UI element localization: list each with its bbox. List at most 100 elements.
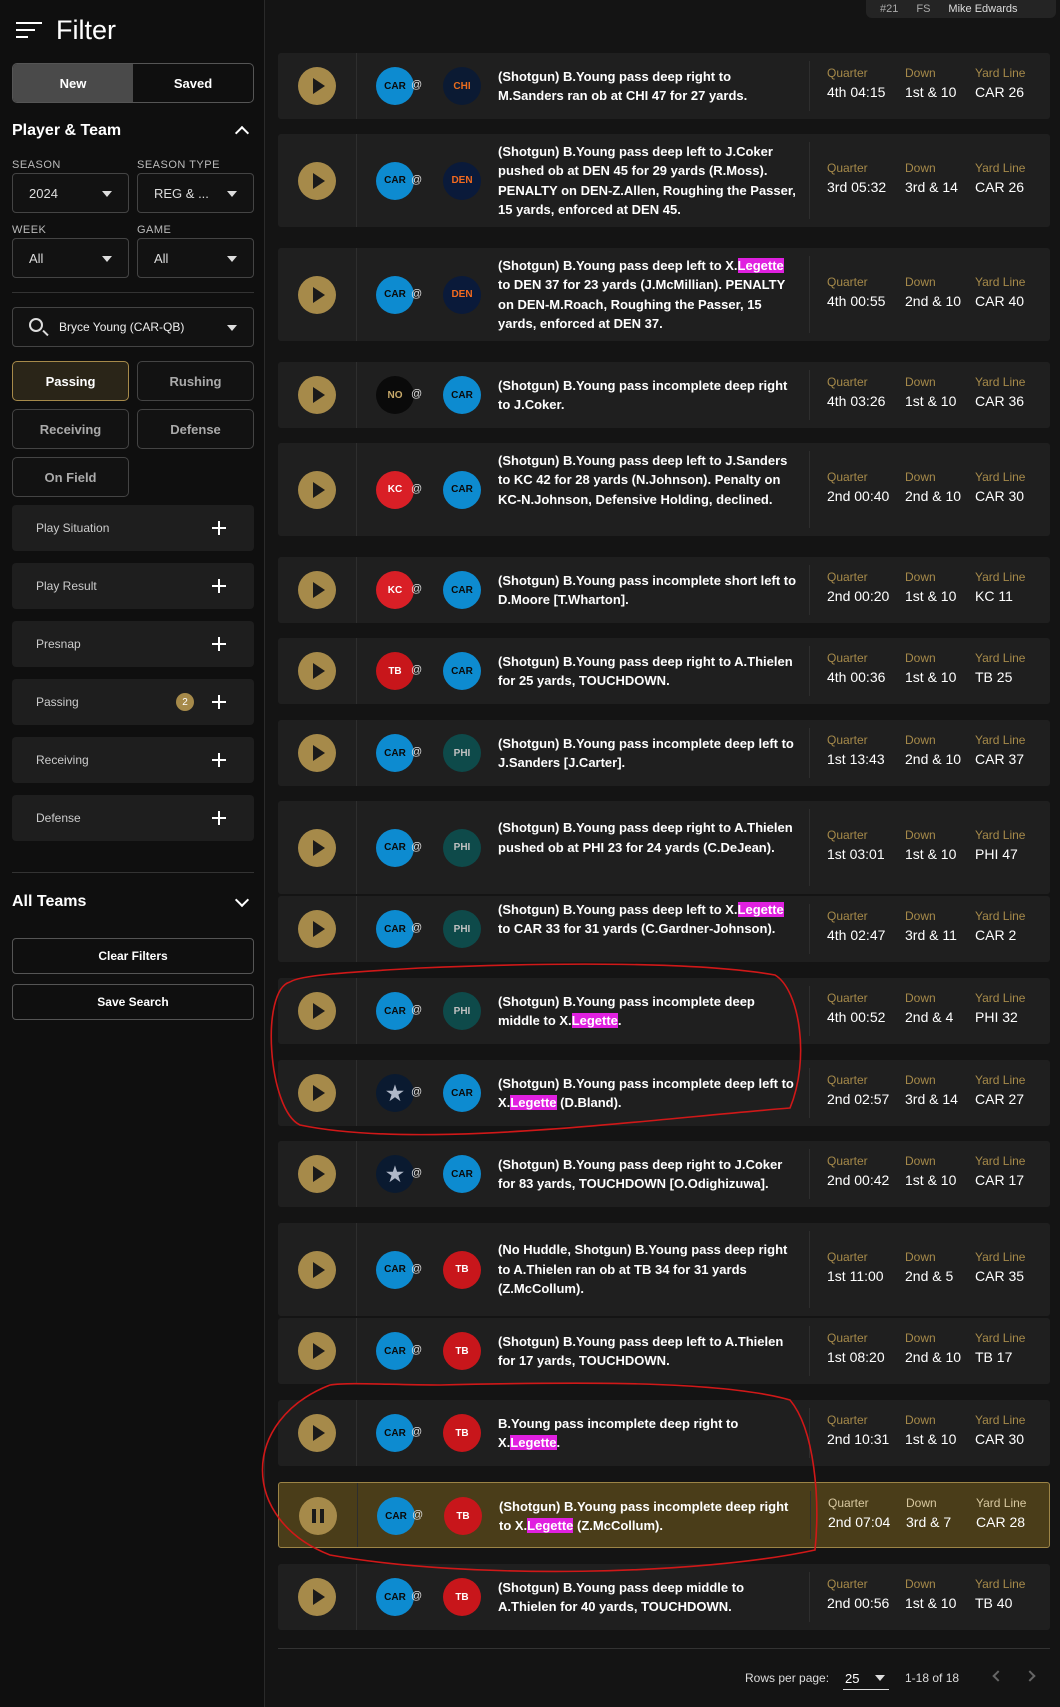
- accordion-receiving[interactable]: Receiving: [12, 737, 254, 783]
- away-team-logo-icon: ★: [376, 1074, 414, 1112]
- row-divider: [356, 638, 357, 704]
- play-row[interactable]: CAR @ TB B.Young pass incomplete deep ri…: [278, 1400, 1050, 1466]
- player-select[interactable]: Bryce Young (CAR-QB): [12, 307, 254, 347]
- yard-line-value: CAR 26: [975, 178, 1025, 195]
- home-team-logo-icon: CAR: [443, 571, 481, 609]
- play-row[interactable]: CAR @ TB (Shotgun) B.Young pass deep mid…: [278, 1564, 1050, 1630]
- play-row[interactable]: TB @ CAR (Shotgun) B.Young pass deep rig…: [278, 638, 1050, 704]
- week-label: WEEK: [12, 224, 47, 236]
- yard-line-label: Yard Line: [975, 651, 1026, 665]
- home-team-logo-icon: CAR: [443, 652, 481, 690]
- accordion-play-result[interactable]: Play Result: [12, 563, 254, 609]
- play-row[interactable]: NO @ CAR (Shotgun) B.Young pass incomple…: [278, 362, 1050, 428]
- search-highlight: Legette: [510, 1435, 557, 1450]
- play-button[interactable]: [298, 1074, 336, 1112]
- accordion-play-situation[interactable]: Play Situation: [12, 505, 254, 551]
- accordion-defense[interactable]: Defense: [12, 795, 254, 841]
- play-button[interactable]: [298, 828, 336, 867]
- save-search-button[interactable]: Save Search: [12, 984, 254, 1020]
- play-type-passing[interactable]: Passing: [12, 361, 129, 401]
- row-divider: [809, 1149, 810, 1199]
- play-row[interactable]: CAR @ PHI (Shotgun) B.Young pass deep le…: [278, 896, 1050, 962]
- play-description: (Shotgun) B.Young pass deep right to A.T…: [498, 653, 793, 689]
- play-button[interactable]: [298, 1332, 336, 1370]
- play-type-on-field[interactable]: On Field: [12, 457, 129, 497]
- divider: [12, 292, 254, 293]
- play-row[interactable]: ★ @ CAR (Shotgun) B.Young pass deep righ…: [278, 1141, 1050, 1207]
- caret-down-icon: [227, 256, 237, 262]
- plus-icon: [212, 637, 226, 651]
- yard-line-value: TB 25: [975, 669, 1013, 685]
- play-row[interactable]: CAR @ PHI (Shotgun) B.Young pass deep ri…: [278, 801, 1050, 894]
- play-row[interactable]: KC @ CAR (Shotgun) B.Young pass deep lef…: [278, 443, 1050, 536]
- player-number: #21: [880, 3, 899, 15]
- accordion-presnap[interactable]: Presnap: [12, 621, 254, 667]
- quarter-label: Quarter: [827, 1073, 868, 1087]
- new-tab[interactable]: New: [13, 64, 133, 102]
- game-value: All: [154, 250, 169, 266]
- down-value: 1st & 10: [905, 84, 957, 100]
- play-button[interactable]: [298, 652, 336, 690]
- caret-down-icon: [102, 191, 112, 197]
- down-label: Down: [905, 651, 936, 665]
- prev-page-icon[interactable]: [992, 1670, 1004, 1682]
- down-value: 1st & 10: [905, 1172, 957, 1188]
- yard-line-value: CAR 37: [975, 751, 1025, 767]
- down-label: Down: [905, 1073, 936, 1087]
- at-symbol: @: [411, 922, 423, 934]
- play-button[interactable]: [298, 1578, 336, 1616]
- play-row[interactable]: CAR @ DEN (Shotgun) B.Young pass deep le…: [278, 248, 1050, 341]
- play-button[interactable]: [298, 376, 336, 414]
- play-row[interactable]: CAR @ TB (Shotgun) B.Young pass deep lef…: [278, 1318, 1050, 1384]
- play-button[interactable]: [298, 1250, 336, 1289]
- play-row[interactable]: CAR @ CHI (Shotgun) B.Young pass deep ri…: [278, 53, 1050, 119]
- accordion-passing[interactable]: Passing 2: [12, 679, 254, 725]
- quarter-label: Quarter: [827, 1577, 868, 1591]
- next-page-icon[interactable]: [1024, 1670, 1036, 1682]
- game-select[interactable]: All: [137, 238, 254, 278]
- row-divider: [809, 256, 810, 333]
- season-type-select[interactable]: REG & ...: [137, 173, 254, 213]
- play-type-defense[interactable]: Defense: [137, 409, 254, 449]
- play-row[interactable]: CAR @ PHI (Shotgun) B.Young pass incompl…: [278, 720, 1050, 786]
- away-team-logo-icon: CAR: [376, 1332, 414, 1370]
- down-label: Down: [905, 1249, 936, 1264]
- play-button[interactable]: [298, 992, 336, 1030]
- season-select[interactable]: 2024: [12, 173, 129, 213]
- row-divider: [809, 809, 810, 886]
- clear-filters-button[interactable]: Clear Filters: [12, 938, 254, 974]
- play-button[interactable]: [298, 275, 336, 314]
- play-button[interactable]: [298, 1155, 336, 1193]
- pause-button[interactable]: [299, 1497, 337, 1535]
- play-row[interactable]: CAR @ TB (No Huddle, Shotgun) B.Young pa…: [278, 1223, 1050, 1316]
- play-type-receiving[interactable]: Receiving: [12, 409, 129, 449]
- play-description: (Shotgun) B.Young pass deep right to J.C…: [498, 1156, 783, 1192]
- chevron-down-icon[interactable]: [234, 892, 250, 908]
- play-button[interactable]: [298, 910, 336, 948]
- play-row[interactable]: CAR @ DEN (Shotgun) B.Young pass deep le…: [278, 134, 1050, 227]
- play-type-rushing[interactable]: Rushing: [137, 361, 254, 401]
- play-button[interactable]: [298, 470, 336, 509]
- down-value: 2nd & 10: [905, 751, 962, 767]
- play-button[interactable]: [298, 734, 336, 772]
- play-button[interactable]: [298, 161, 336, 200]
- filter-icon[interactable]: [16, 21, 42, 39]
- saved-tab[interactable]: Saved: [133, 64, 253, 102]
- play-row[interactable]: CAR @ TB (Shotgun) B.Young pass incomple…: [278, 1482, 1050, 1548]
- play-button[interactable]: [298, 1414, 336, 1452]
- rows-per-page-select[interactable]: 25: [843, 1668, 889, 1690]
- search-highlight: Legette: [737, 901, 784, 917]
- play-button[interactable]: [298, 67, 336, 105]
- plus-icon: [212, 811, 226, 825]
- home-team-logo-icon: PHI: [443, 910, 481, 948]
- play-row[interactable]: ★ @ CAR (Shotgun) B.Young pass incomplet…: [278, 1060, 1050, 1126]
- down-value: 2nd & 10: [905, 1349, 962, 1365]
- week-select[interactable]: All: [12, 238, 129, 278]
- play-button[interactable]: [298, 571, 336, 609]
- play-row[interactable]: KC @ CAR (Shotgun) B.Young pass incomple…: [278, 557, 1050, 623]
- yard-line-label: Yard Line: [975, 375, 1026, 389]
- all-teams-title[interactable]: All Teams: [12, 893, 86, 911]
- play-row[interactable]: CAR @ PHI (Shotgun) B.Young pass incompl…: [278, 978, 1050, 1044]
- quarter-label: Quarter: [827, 469, 868, 484]
- chevron-up-icon[interactable]: [234, 125, 250, 141]
